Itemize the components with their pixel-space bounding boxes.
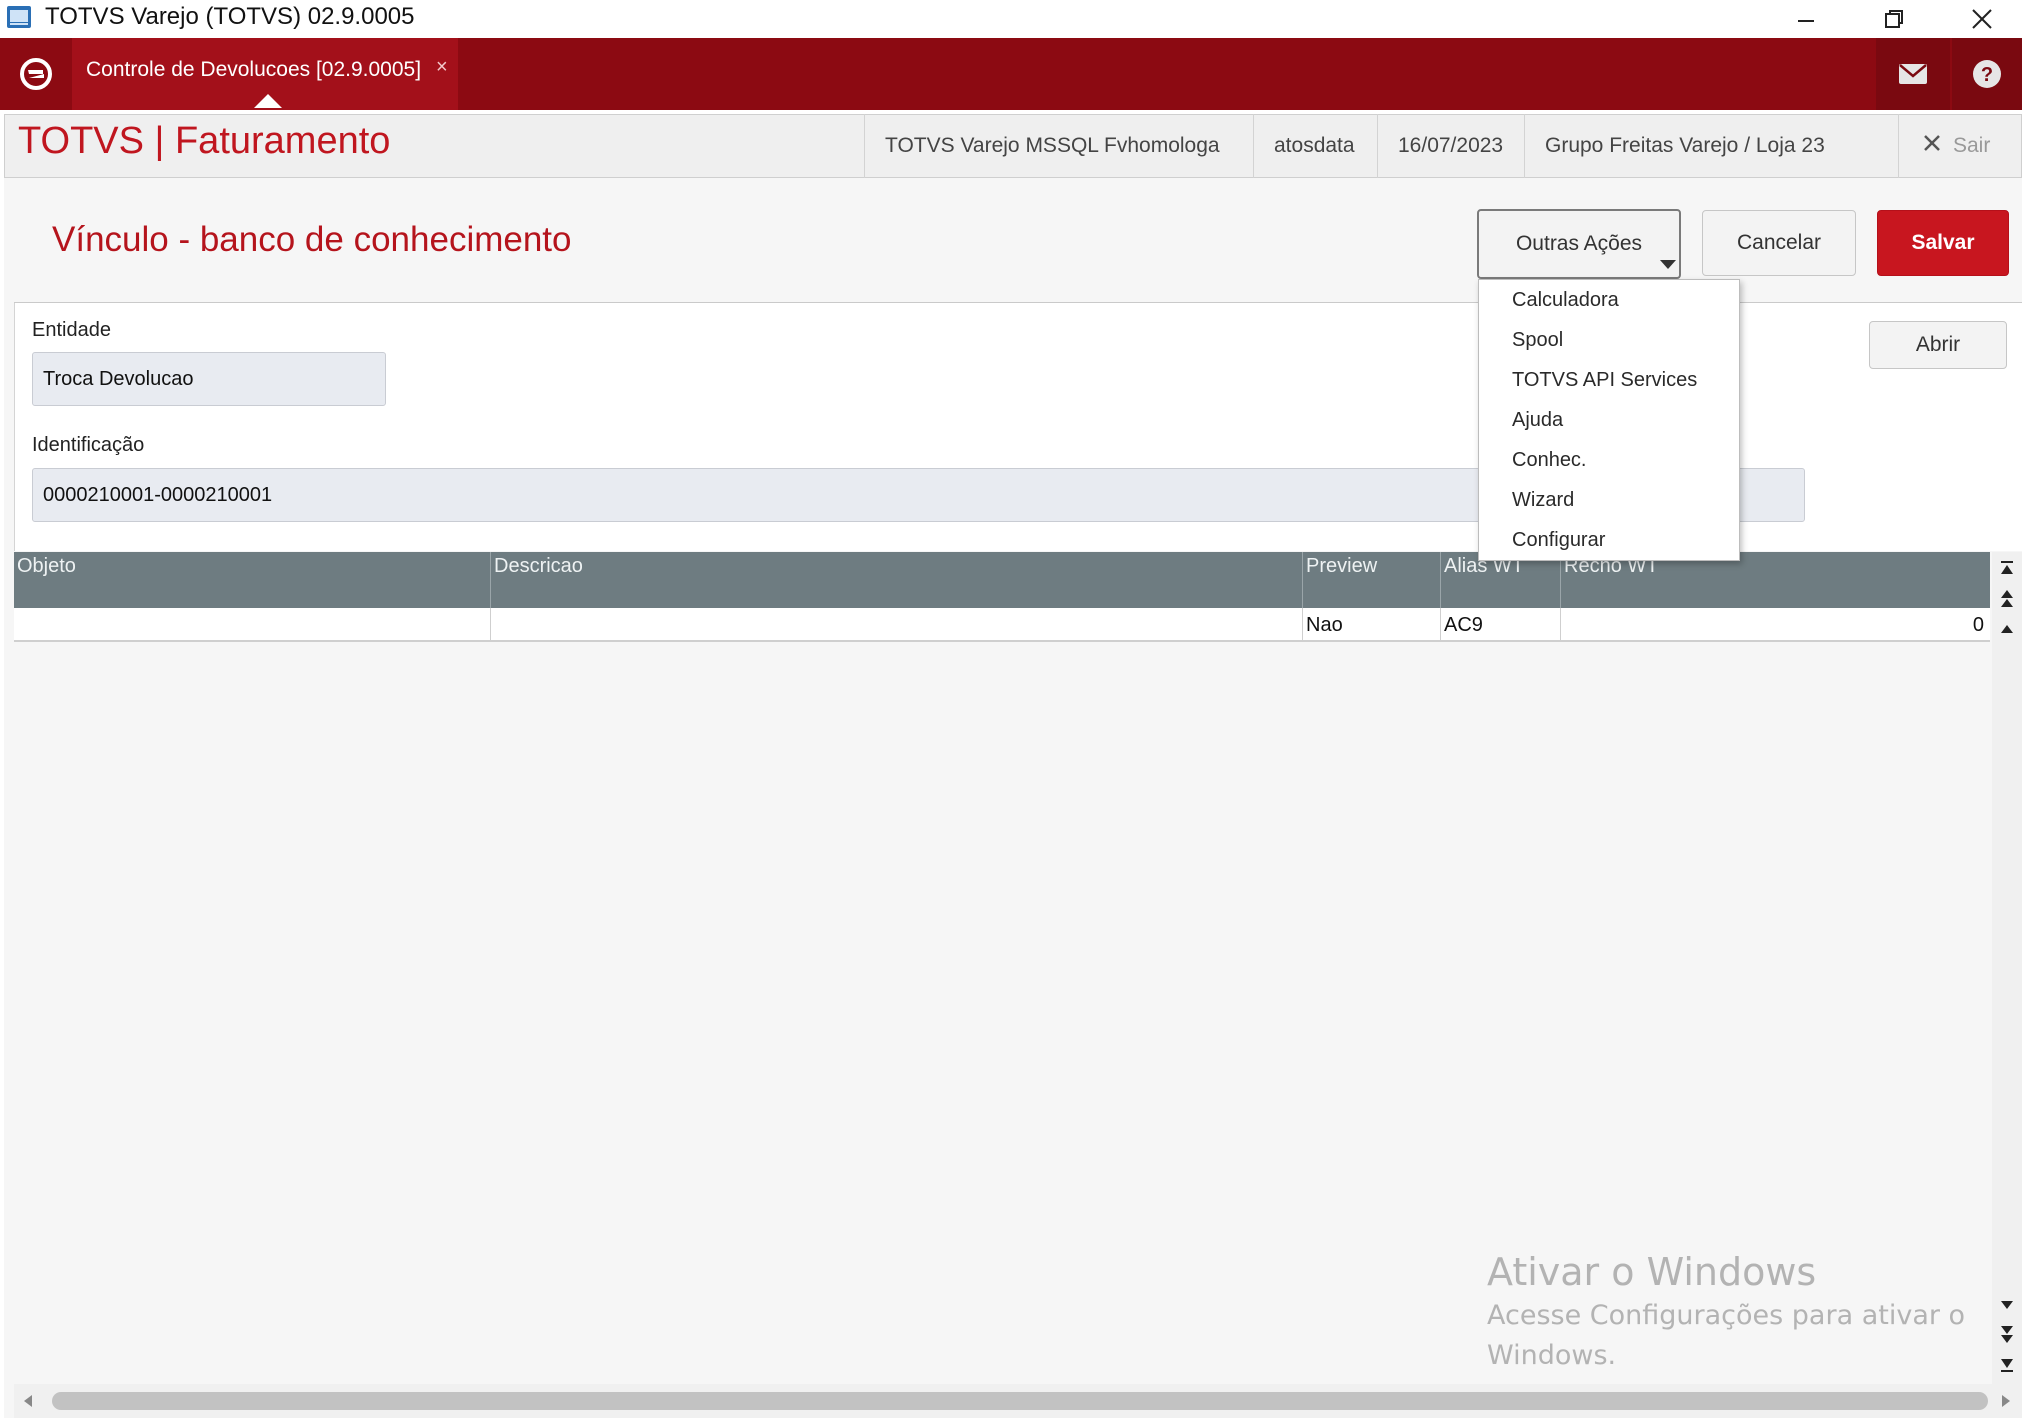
scroll-top-icon[interactable] [1992, 554, 2022, 584]
other-actions-button[interactable]: Outras Ações [1477, 209, 1681, 279]
scroll-up-icon[interactable] [1992, 614, 2022, 644]
scroll-page-up-icon[interactable] [1992, 584, 2022, 614]
branch-info: Grupo Freitas Varejo / Loja 23 [1524, 114, 1854, 178]
other-actions-label: Outras Ações [1515, 232, 1643, 255]
column-descricao[interactable]: Descricao [490, 552, 1302, 608]
help-icon[interactable]: ? [1952, 38, 2022, 110]
exit-button[interactable]: Sair [1898, 114, 2022, 178]
cell-objeto [14, 608, 490, 642]
cell-recno: 0 [1560, 608, 1990, 642]
app-window-icon [6, 4, 32, 30]
tab-label: Controle de Devolucoes [02.9.0005] [86, 58, 422, 81]
scroll-bottom-icon[interactable] [1992, 1350, 2022, 1380]
environment-info: TOTVS Varejo MSSQL Fvhomologa [864, 114, 1254, 178]
tab-close-icon[interactable]: × [436, 56, 448, 79]
cell-alias: AC9 [1440, 608, 1560, 642]
svg-text:?: ? [1981, 64, 1993, 86]
cancel-button[interactable]: Cancelar [1702, 210, 1856, 276]
restore-icon[interactable] [1850, 0, 1938, 38]
window-close-icon[interactable] [1938, 0, 2022, 38]
entity-field[interactable]: Troca Devolucao [32, 352, 386, 406]
minimize-icon[interactable] [1762, 0, 1850, 38]
chevron-down-icon [1660, 260, 1676, 269]
activation-watermark-text-2: Windows. [1487, 1340, 1617, 1371]
date-info: 16/07/2023 [1377, 114, 1524, 178]
module-title: TOTVS | Faturamento [18, 120, 391, 162]
menu-item-conhec[interactable]: Conhec. [1512, 449, 1587, 472]
scroll-right-icon[interactable] [1996, 1392, 2016, 1410]
menu-item-totvs-api-services[interactable]: TOTVS API Services [1512, 369, 1697, 392]
column-objeto[interactable]: Objeto [14, 552, 490, 608]
activation-watermark-text: Acesse Configurações para ativar o [1487, 1300, 1966, 1331]
save-button[interactable]: Salvar [1877, 210, 2009, 276]
activation-watermark-title: Ativar o Windows [1487, 1250, 1817, 1294]
menu-item-calculadora[interactable]: Calculadora [1512, 289, 1619, 312]
menu-item-ajuda[interactable]: Ajuda [1512, 409, 1563, 432]
scroll-left-icon[interactable] [18, 1392, 38, 1410]
save-label: Salvar [1911, 231, 1975, 254]
column-preview[interactable]: Preview [1302, 552, 1440, 608]
open-button[interactable]: Abrir [1869, 321, 2007, 369]
cell-descricao [490, 608, 1302, 642]
totvs-home-icon[interactable] [0, 38, 72, 110]
menu-item-configurar[interactable]: Configurar [1512, 529, 1605, 552]
window-title: TOTVS Varejo (TOTVS) 02.9.0005 [45, 3, 415, 30]
menu-item-spool[interactable]: Spool [1512, 329, 1563, 352]
vertical-scrollbar[interactable] [1992, 552, 2022, 1384]
active-tab-indicator [254, 94, 282, 108]
cell-preview: Nao [1302, 608, 1440, 642]
scroll-down-icon[interactable] [1992, 1290, 2022, 1320]
open-label: Abrir [1915, 333, 1961, 356]
close-x-icon [1923, 114, 1941, 178]
form-title: Vínculo - banco de conhecimento [52, 220, 572, 259]
horizontal-scroll-thumb[interactable] [52, 1392, 1988, 1410]
user-info: atosdata [1253, 114, 1377, 178]
entity-label: Entidade [32, 319, 111, 341]
identification-label: Identificação [32, 434, 145, 456]
exit-label: Sair [1953, 134, 1991, 157]
mail-icon[interactable] [1876, 38, 1950, 110]
menu-item-wizard[interactable]: Wizard [1512, 489, 1574, 512]
scroll-page-down-icon[interactable] [1992, 1320, 2022, 1350]
cancel-label: Cancelar [1736, 231, 1822, 254]
